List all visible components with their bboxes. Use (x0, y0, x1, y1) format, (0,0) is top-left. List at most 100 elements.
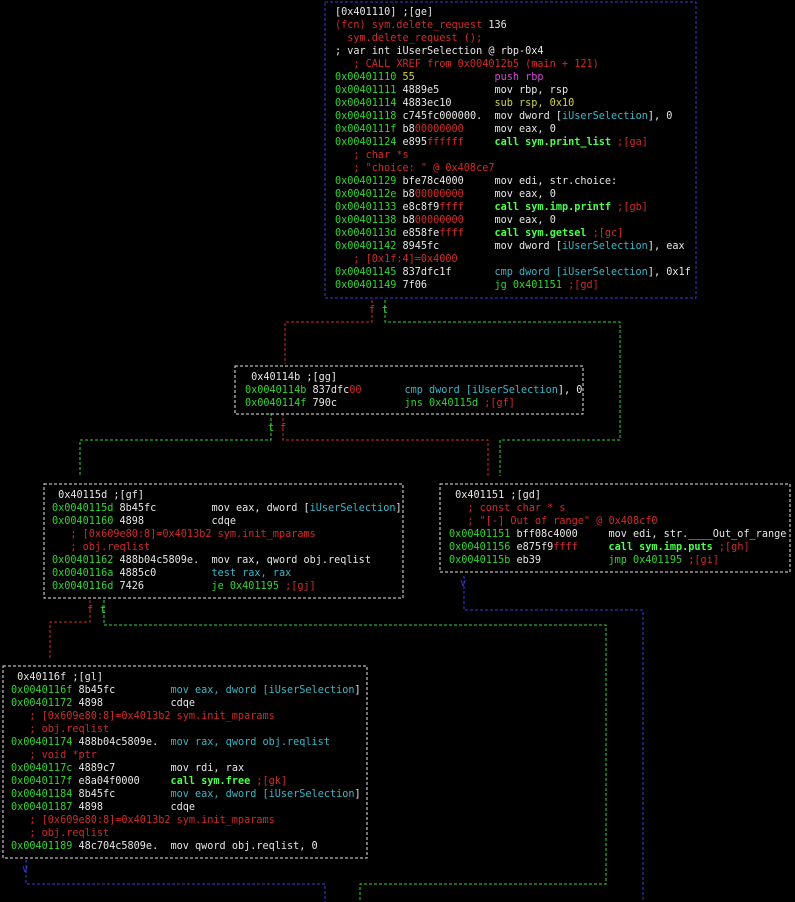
asm-line[interactable]: 0x00401160 4898 cdqe (52, 515, 402, 528)
edge-label-gg-false: f (280, 423, 287, 434)
asm-token: 0x00401111 (335, 85, 403, 96)
asm-line[interactable]: 0x0040113d e858feffff call sym.getsel ;[… (335, 227, 691, 240)
asm-token (103, 698, 170, 709)
asm-token (140, 776, 171, 787)
asm-line[interactable]: 0x0040117f e8a04f0000 call sym.free ;[gk… (11, 775, 361, 788)
asm-token: call sym.imp.puts (608, 542, 713, 553)
asm-line[interactable]: 0x00401111 4889e5 mov rbp, rsp (335, 84, 691, 97)
asm-line[interactable]: ; "choice: " @ 0x408ce7 (335, 162, 691, 175)
edge-gf-false (49, 600, 91, 660)
asm-line[interactable]: 0x00401184 8b45fc mov eax, dword [iUserS… (11, 788, 361, 801)
asm-line[interactable]: ; CALL XREF from 0x004012b5 (main + 121) (335, 58, 691, 71)
asm-line[interactable]: 0x0040111f b800000000 mov eax, 0 (335, 123, 691, 136)
asm-token: mov edi, str.choice: (494, 176, 618, 187)
asm-token (452, 267, 495, 278)
asm-line[interactable]: ; obj.reqlist (11, 723, 361, 736)
asm-token: 7f06 (402, 280, 428, 291)
asm-line[interactable]: 0x00401162 488b04c5809e. mov rax, qword … (52, 554, 402, 567)
asm-line[interactable]: 0x0040116f 8b45fc mov eax, dword [iUserS… (11, 684, 361, 697)
code-block-gl[interactable]: 0x40116f ;[gl] 0x0040116f 8b45fc mov eax,… (11, 671, 361, 853)
asm-token: 4885c0 (119, 568, 157, 579)
asm-token (115, 789, 170, 800)
asm-token: 00000000 (414, 189, 464, 200)
asm-line[interactable]: (fcn) sym.delete_request 136 (335, 19, 691, 32)
asm-line[interactable]: ; const char * s (449, 502, 786, 515)
asm-line[interactable]: 0x0040115d 8b45fc mov eax, dword [iUserS… (52, 502, 402, 515)
edge-ge-false (284, 300, 373, 364)
asm-line[interactable]: 0x00401149 7f06 jg 0x401151 ;[gd] (335, 279, 691, 292)
asm-line[interactable]: 0x00401138 b800000000 mov eax, 0 (335, 214, 691, 227)
code-block-ge[interactable]: [0x401110] ;[ge] (fcn) sym.delete_request… (335, 6, 691, 292)
asm-token: 0x401151 ;[gd] (449, 490, 542, 501)
asm-token: ffff (439, 228, 464, 239)
asm-token: 00000000 (414, 215, 464, 226)
asm-token: ; "[-] Out of range" @ 0x408cf0 (449, 516, 658, 527)
asm-token (439, 85, 494, 96)
asm-token: 0x0040113d (335, 228, 403, 239)
code-block-gg[interactable]: 0x40114b ;[gg] 0x0040114b 837dfc00 cmp dw… (245, 371, 582, 410)
block-header[interactable]: 0x40114b ;[gg] (245, 371, 582, 384)
asm-token: call sym.print_list (494, 137, 612, 148)
asm-line[interactable]: ; obj.reqlist (11, 827, 361, 840)
asm-token: eb39 (516, 555, 542, 566)
asm-token: ; [0x609e80:8]=0x4013b2 sym.init_mparams (52, 529, 316, 540)
edge-label-gg-true: t (268, 423, 275, 434)
asm-token: mov edi, str.____Out_of_range (608, 529, 787, 540)
asm-line[interactable]: ; var int iUserSelection @ rbp-0x4 (335, 45, 691, 58)
asm-line[interactable]: 0x00401129 bfe78c4000 mov edi, str.choic… (335, 175, 691, 188)
code-block-gd[interactable]: 0x401151 ;[gd] ; const char * s ; "[-] O… (449, 489, 786, 567)
asm-token: 4898 (78, 698, 104, 709)
asm-token (415, 72, 495, 83)
asm-line[interactable]: 0x00401142 8945fc mov dword [iUserSelect… (335, 240, 691, 253)
asm-line[interactable]: ; char *s (335, 149, 691, 162)
asm-token: bfe78c4000 (402, 176, 464, 187)
asm-line[interactable]: 0x0040112e b800000000 mov eax, 0 (335, 188, 691, 201)
asm-line[interactable]: ; [0x609e80:8]=0x4013b2 sym.init_mparams (11, 710, 361, 723)
asm-token: ], 0x1f (647, 267, 691, 278)
block-header[interactable]: [0x401110] ;[ge] (335, 6, 691, 19)
asm-token (156, 503, 211, 514)
asm-line[interactable]: 0x00401114 4883ec10 sub rsp, 0x10 (335, 97, 691, 110)
asm-line[interactable]: 0x0040114b 837dfc00 cmp dword [iUserSele… (245, 384, 582, 397)
asm-line[interactable]: 0x00401189 48c704c5809e. mov qword obj.r… (11, 840, 361, 853)
block-header[interactable]: 0x40116f ;[gl] (11, 671, 361, 684)
asm-token: 8945fc (402, 241, 440, 252)
asm-line[interactable]: 0x00401174 488b04c5809e. mov rax, qword … (11, 736, 361, 749)
asm-line[interactable]: 0x00401145 837dfc1f cmp dword [iUserSele… (335, 266, 691, 279)
asm-token: ;[gd] (561, 280, 599, 291)
asm-line[interactable]: 0x0040115b eb39 jmp 0x401195 ;[gi] (449, 554, 786, 567)
asm-token: ; obj.reqlist (11, 724, 110, 735)
code-block-gf[interactable]: 0x40115d ;[gf] 0x0040115d 8b45fc mov eax,… (52, 489, 402, 593)
asm-line[interactable]: sym.delete_request (); (335, 32, 691, 45)
asm-line[interactable]: 0x00401110 55 push rbp (335, 71, 691, 84)
asm-line[interactable]: 0x00401118 c745fc000000. mov dword [iUse… (335, 110, 691, 123)
asm-line[interactable]: ; obj.reqlist (52, 541, 402, 554)
asm-token: ; void *ptr (11, 750, 97, 761)
asm-token: 0x00401129 (335, 176, 403, 187)
block-header[interactable]: 0x401151 ;[gd] (449, 489, 786, 502)
asm-line[interactable]: 0x0040114f 790c jns 0x40115d ;[gf] (245, 397, 582, 410)
asm-line[interactable]: ; void *ptr (11, 749, 361, 762)
asm-line[interactable]: 0x00401124 e895ffffff call sym.print_lis… (335, 136, 691, 149)
asm-line[interactable]: 0x00401156 e875f9ffff call sym.imp.puts … (449, 541, 786, 554)
asm-token: 4889e5 (402, 85, 440, 96)
asm-line[interactable]: ; [0x609e80:8]=0x4013b2 sym.init_mparams (52, 528, 402, 541)
asm-line[interactable]: 0x00401172 4898 cdqe (11, 697, 361, 710)
asm-line[interactable]: 0x00401133 e8c8f9ffff call sym.imp.print… (335, 201, 691, 214)
asm-token (144, 581, 211, 592)
block-header[interactable]: 0x40115d ;[gf] (52, 489, 402, 502)
asm-line[interactable]: 0x00401187 4898 cdqe (11, 801, 361, 814)
asm-token: cdqe (211, 516, 237, 527)
asm-token (578, 529, 609, 540)
asm-line[interactable]: 0x00401151 bff08c4000 mov edi, str.____O… (449, 528, 786, 541)
asm-line[interactable]: 0x0040116a 4885c0 test rax, rax (52, 567, 402, 580)
asm-line[interactable]: 0x0040117c 4889c7 mov rdi, rax (11, 762, 361, 775)
asm-token: ;[ga] (611, 137, 648, 148)
asm-token: 0x00401184 (11, 789, 79, 800)
asm-line[interactable]: ; [0x1f:4]=0x4000 (335, 253, 691, 266)
asm-token: 0x0040116d (52, 581, 120, 592)
asm-token: ;[gb] (611, 202, 648, 213)
asm-line[interactable]: ; "[-] Out of range" @ 0x408cf0 (449, 515, 786, 528)
asm-line[interactable]: 0x0040116d 7426 je 0x401195 ;[gj] (52, 580, 402, 593)
asm-line[interactable]: ; [0x609e80:8]=0x4013b2 sym.init_mparams (11, 814, 361, 827)
